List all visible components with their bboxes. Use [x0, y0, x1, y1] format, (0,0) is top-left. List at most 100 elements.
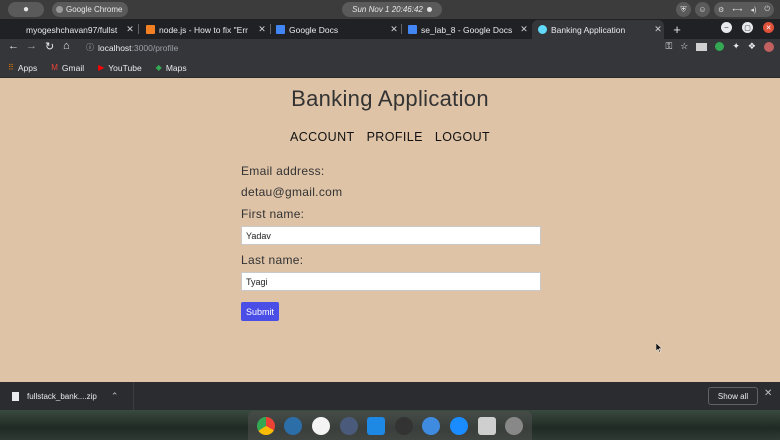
sync-icon[interactable]: ❖ [748, 41, 756, 52]
bookmark-maps[interactable]: ◆ Maps [156, 63, 187, 73]
tab-google-docs[interactable]: Google Docs ✕ [270, 20, 400, 39]
active-app-indicator[interactable]: Google Chrome [52, 2, 128, 17]
reload-icon[interactable]: ↻ [45, 40, 54, 53]
finder-icon[interactable] [422, 416, 441, 435]
bookmark-label: YouTube [108, 62, 142, 73]
bookmark-apps[interactable]: ⠿ Apps [8, 63, 37, 73]
maps-icon: ◆ [155, 63, 162, 72]
minimize-button[interactable]: – [721, 22, 732, 33]
nav-profile-link[interactable]: PROFILE [367, 130, 423, 144]
network-icon: ⟷ [732, 6, 743, 14]
close-icon[interactable]: ✕ [652, 24, 664, 35]
close-icon[interactable]: ✕ [124, 24, 136, 35]
system-tray: ⛨ ☺ ⚙ ⟷ ◂) ⏻ [676, 2, 774, 17]
tab-se-lab[interactable]: se_lab_8 - Google Docs ✕ [402, 20, 530, 39]
os-menu-bar: ● Google Chrome Sun Nov 1 20:46:42 ⛨ ☺ ⚙… [0, 0, 780, 19]
maximize-button[interactable]: ▢ [742, 22, 753, 33]
gmail-icon: M [51, 63, 58, 72]
grammarly-icon[interactable] [715, 42, 725, 51]
power-icon: ⏻ [764, 5, 770, 13]
bookmark-youtube[interactable]: ▶ YouTube [98, 63, 142, 73]
email-label: Email address: [241, 164, 325, 178]
close-icon[interactable]: ✕ [388, 24, 400, 35]
clock[interactable]: Sun Nov 1 20:46:42 [342, 2, 442, 17]
extension-icon[interactable] [696, 42, 708, 51]
page-viewport: Banking Application ACCOUNT PROFILE LOGO… [0, 78, 780, 382]
trash-icon[interactable] [477, 416, 496, 435]
main-nav: ACCOUNT PROFILE LOGOUT [0, 130, 780, 144]
show-all-button[interactable]: Show all [708, 387, 758, 405]
terminal-icon[interactable] [394, 416, 413, 435]
launchpad-icon[interactable] [505, 416, 524, 435]
bookmark-label: Gmail [61, 62, 85, 73]
download-item[interactable]: fullstack_bank....zip ⌃ [0, 382, 134, 410]
window-controls: – ▢ ✕ [721, 22, 774, 33]
tab-title: node.js - How to fix "Err [159, 24, 248, 35]
last-name-input[interactable] [241, 272, 541, 291]
toolbar: ← → ↻ ⌂ ⓘ localhost:3000/profile ⚿ ☆ ✦ ❖ [0, 39, 780, 58]
url-host: localhost [98, 42, 132, 53]
tab-title: Google Docs [289, 24, 339, 35]
stackoverflow-icon [146, 25, 155, 34]
close-icon[interactable]: ✕ [764, 388, 772, 399]
docs-icon [408, 25, 417, 34]
extensions-area: ⚿ ☆ ✦ ❖ [665, 41, 774, 52]
close-window-button[interactable]: ✕ [763, 22, 774, 33]
app-store-icon[interactable] [449, 416, 468, 435]
back-arrow-icon[interactable]: ← [8, 40, 19, 52]
first-name-label: First name: [241, 207, 305, 221]
disk-icon[interactable] [284, 416, 303, 435]
vscode-icon[interactable] [367, 416, 386, 435]
forward-arrow-icon[interactable]: → [26, 40, 37, 52]
mongodb-icon[interactable] [311, 416, 330, 435]
apple-icon: ● [22, 4, 30, 15]
chrome-icon [56, 6, 63, 13]
settings-icon: ⚙ [718, 6, 725, 14]
url-path: :3000/profile [131, 42, 179, 53]
dock [248, 411, 532, 440]
tab-stackoverflow[interactable]: node.js - How to fix "Err ✕ [140, 20, 268, 39]
accessibility-icon[interactable]: ☺ [695, 2, 710, 17]
postman-icon[interactable] [339, 416, 358, 435]
chevron-up-icon[interactable]: ⌃ [111, 391, 119, 402]
tab-github[interactable]: myogeshchavan97/fullst ✕ [20, 20, 136, 39]
recording-dot-icon [426, 7, 432, 12]
first-name-input[interactable] [241, 226, 541, 245]
profile-form: Email address: detau@gmail.com First nam… [241, 164, 541, 321]
key-icon[interactable]: ⚿ [665, 41, 672, 52]
tab-title: Banking Application [551, 24, 626, 35]
docs-icon [276, 25, 285, 34]
react-icon [538, 25, 547, 34]
avatar[interactable] [764, 41, 774, 52]
bookmark-gmail[interactable]: M Gmail [51, 63, 84, 73]
tab-divider [138, 24, 139, 34]
close-icon[interactable]: ✕ [256, 24, 268, 35]
download-file-name: fullstack_bank....zip [27, 391, 97, 401]
tab-banking-application[interactable]: Banking Application ✕ [532, 20, 664, 39]
close-icon[interactable]: ✕ [518, 24, 530, 35]
info-icon[interactable]: ⓘ [86, 42, 94, 53]
puzzle-icon[interactable]: ✦ [732, 41, 740, 52]
new-tab-button[interactable]: + [670, 19, 684, 39]
status-cluster[interactable]: ⚙ ⟷ ◂) ⏻ [714, 2, 774, 17]
download-bar: fullstack_bank....zip ⌃ Show all ✕ [0, 382, 780, 410]
mouse-cursor-icon [656, 343, 662, 353]
bookmark-label: Apps [17, 62, 38, 73]
volume-icon: ◂) [750, 6, 757, 14]
email-value: detau@gmail.com [241, 185, 343, 199]
apple-menu-button[interactable]: ● [8, 2, 44, 17]
nav-logout-link[interactable]: LOGOUT [435, 130, 490, 144]
bookmarks-bar: ⠿ Apps M Gmail ▶ YouTube ◆ Maps [0, 58, 780, 78]
tab-title: myogeshchavan97/fullst [26, 24, 118, 35]
shield-icon[interactable]: ⛨ [676, 2, 691, 17]
tab-strip: myogeshchavan97/fullst ✕ node.js - How t… [0, 19, 780, 39]
youtube-icon: ▶ [98, 63, 105, 72]
address-bar[interactable]: ⓘ localhost:3000/profile [86, 42, 178, 53]
nav-account-link[interactable]: ACCOUNT [290, 130, 355, 144]
last-name-label: Last name: [241, 253, 304, 267]
chrome-icon[interactable] [256, 416, 275, 435]
active-app-name: Google Chrome [66, 5, 123, 14]
submit-button[interactable]: Submit [241, 302, 279, 321]
star-icon[interactable]: ☆ [680, 41, 688, 52]
home-icon[interactable]: ⌂ [63, 40, 70, 52]
